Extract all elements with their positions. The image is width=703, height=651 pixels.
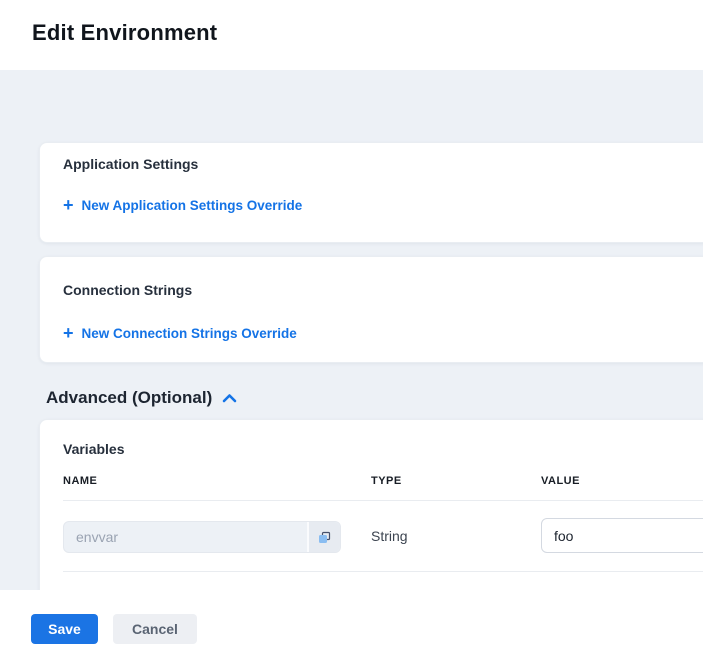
page-title: Edit Environment (32, 20, 217, 46)
content-area: Application Settings + New Application S… (0, 70, 703, 590)
new-application-settings-override-link[interactable]: + New Application Settings Override (63, 198, 302, 213)
table-divider (63, 571, 703, 572)
column-header-type: TYPE (371, 475, 402, 487)
variable-value-input[interactable] (541, 518, 703, 553)
application-settings-card: Application Settings + New Application S… (39, 142, 703, 243)
connection-strings-card: Connection Strings + New Connection Stri… (39, 256, 703, 363)
column-header-name: NAME (63, 475, 97, 487)
cancel-button[interactable]: Cancel (113, 614, 197, 644)
variable-type: String (371, 528, 408, 545)
new-connection-strings-override-link[interactable]: + New Connection Strings Override (63, 326, 297, 341)
plus-icon: + (63, 327, 74, 339)
application-settings-heading: Application Settings (63, 156, 198, 172)
table-divider (63, 500, 703, 501)
variable-name-input (64, 522, 304, 552)
footer: Save Cancel (0, 590, 703, 651)
advanced-section-toggle[interactable]: Advanced (Optional) (46, 388, 237, 408)
copy-button[interactable] (307, 522, 340, 552)
variables-heading: Variables (63, 441, 125, 457)
link-label: New Application Settings Override (82, 198, 303, 213)
plus-icon: + (63, 199, 74, 211)
connection-strings-heading: Connection Strings (63, 282, 192, 298)
chevron-up-icon (222, 393, 237, 403)
copy-icon (318, 531, 331, 544)
advanced-section-label: Advanced (Optional) (46, 388, 212, 408)
save-button[interactable]: Save (31, 614, 98, 644)
variable-name-field (63, 521, 341, 553)
column-header-value: VALUE (541, 475, 580, 487)
link-label: New Connection Strings Override (82, 326, 297, 341)
